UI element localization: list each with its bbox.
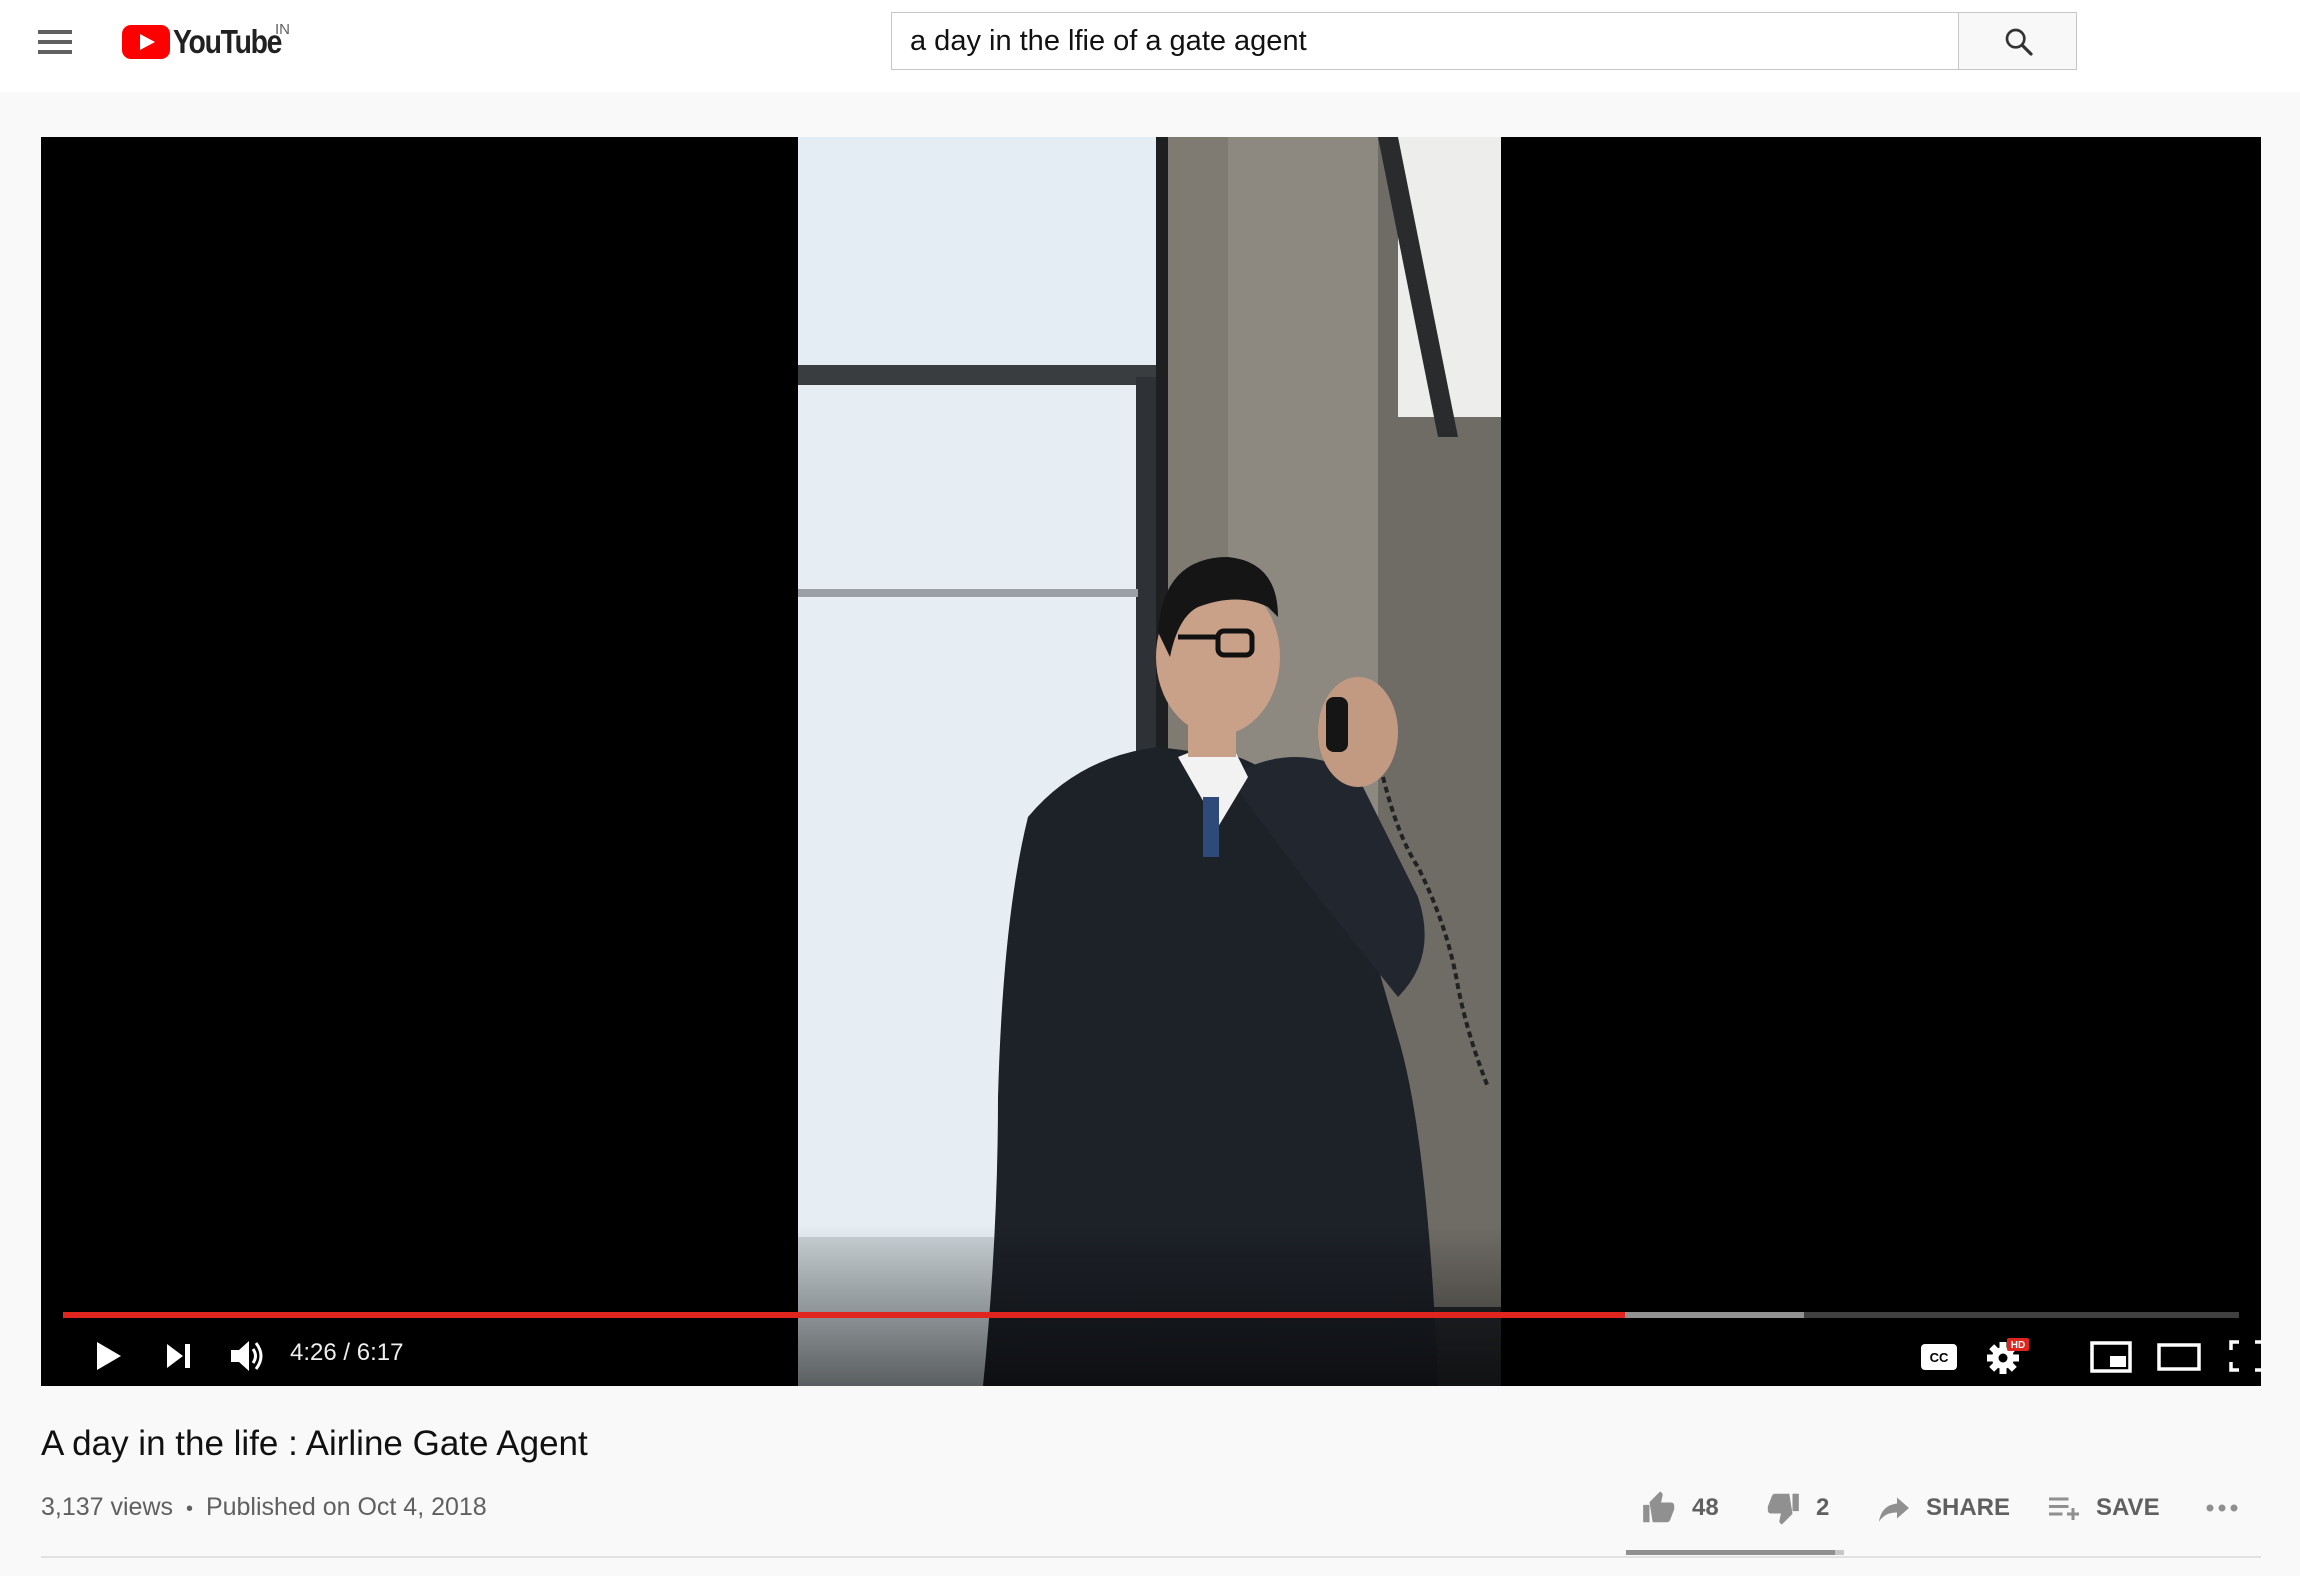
share-button[interactable]: SHARE <box>1876 1486 2010 1530</box>
logo-text: YouTube <box>173 23 282 60</box>
masthead: YouTube IN <box>0 0 2300 92</box>
share-arrow-icon <box>1879 1497 1909 1522</box>
video-title: A day in the life : Airline Gate Agent <box>41 1424 588 1463</box>
sentiment-like-fill <box>1626 1550 1836 1555</box>
fullscreen-icon <box>2229 1340 2261 1372</box>
thumbs-down-icon <box>1767 1493 1799 1525</box>
volume-icon <box>231 1341 263 1371</box>
fullscreen-button[interactable] <box>2221 1330 2261 1382</box>
sentiment-bar <box>1626 1550 1844 1555</box>
youtube-play-logo-icon <box>122 25 170 59</box>
miniplayer-icon <box>2090 1341 2132 1373</box>
hd-badge: HD <box>2011 1340 2025 1351</box>
cc-label: CC <box>1930 1350 1949 1365</box>
captions-icon: CC <box>1921 1344 1957 1370</box>
save-button[interactable]: SAVE <box>2046 1486 2160 1530</box>
play-icon <box>97 1342 121 1370</box>
publish-date: Published on Oct 4, 2018 <box>205 1493 487 1521</box>
add-to-playlist-icon <box>2049 1497 2079 1520</box>
save-label: SAVE <box>2096 1494 2160 1521</box>
progress-bar[interactable] <box>63 1312 2239 1318</box>
search-box <box>891 12 1959 70</box>
like-count: 48 <box>1692 1494 1719 1521</box>
dislike-button[interactable]: 2 <box>1764 1486 1829 1530</box>
search-input[interactable] <box>892 13 1959 69</box>
info-divider <box>41 1556 2261 1558</box>
video-player[interactable]: 4:26 / 6:17 CC HD <box>41 137 2261 1386</box>
video-still-image <box>798 137 1501 1386</box>
search-button[interactable] <box>1958 12 2077 70</box>
volume-button[interactable] <box>221 1330 273 1382</box>
search-icon <box>2005 28 2033 56</box>
country-code: IN <box>275 21 290 38</box>
theater-mode-button[interactable] <box>2153 1330 2205 1382</box>
next-icon <box>167 1344 190 1368</box>
play-button[interactable] <box>81 1330 133 1382</box>
more-actions-button[interactable] <box>2202 1486 2256 1530</box>
dislike-count: 2 <box>1816 1494 1830 1521</box>
captions-button[interactable]: CC <box>1913 1330 1965 1382</box>
video-meta: 3,137 views • Published on Oct 4, 2018 <box>41 1493 487 1522</box>
miniplayer-button[interactable] <box>2085 1330 2137 1382</box>
time-display: 4:26 / 6:17 <box>290 1339 404 1366</box>
settings-icon: HD <box>1987 1338 2029 1374</box>
more-horizontal-icon <box>2206 1504 2238 1512</box>
progress-played <box>63 1312 1626 1318</box>
meta-separator: • <box>185 1498 193 1520</box>
share-label: SHARE <box>1926 1494 2011 1521</box>
theater-icon <box>2157 1343 2201 1371</box>
video-frame[interactable] <box>798 137 1501 1386</box>
next-button[interactable] <box>153 1330 205 1382</box>
settings-button[interactable]: HD <box>1979 1330 2035 1382</box>
thumbs-up-icon <box>1643 1491 1675 1523</box>
view-count: 3,137 views <box>41 1493 174 1521</box>
hamburger-menu-icon[interactable] <box>34 22 78 66</box>
youtube-logo[interactable]: YouTube IN <box>122 20 299 64</box>
like-button[interactable]: 48 <box>1640 1486 1719 1530</box>
